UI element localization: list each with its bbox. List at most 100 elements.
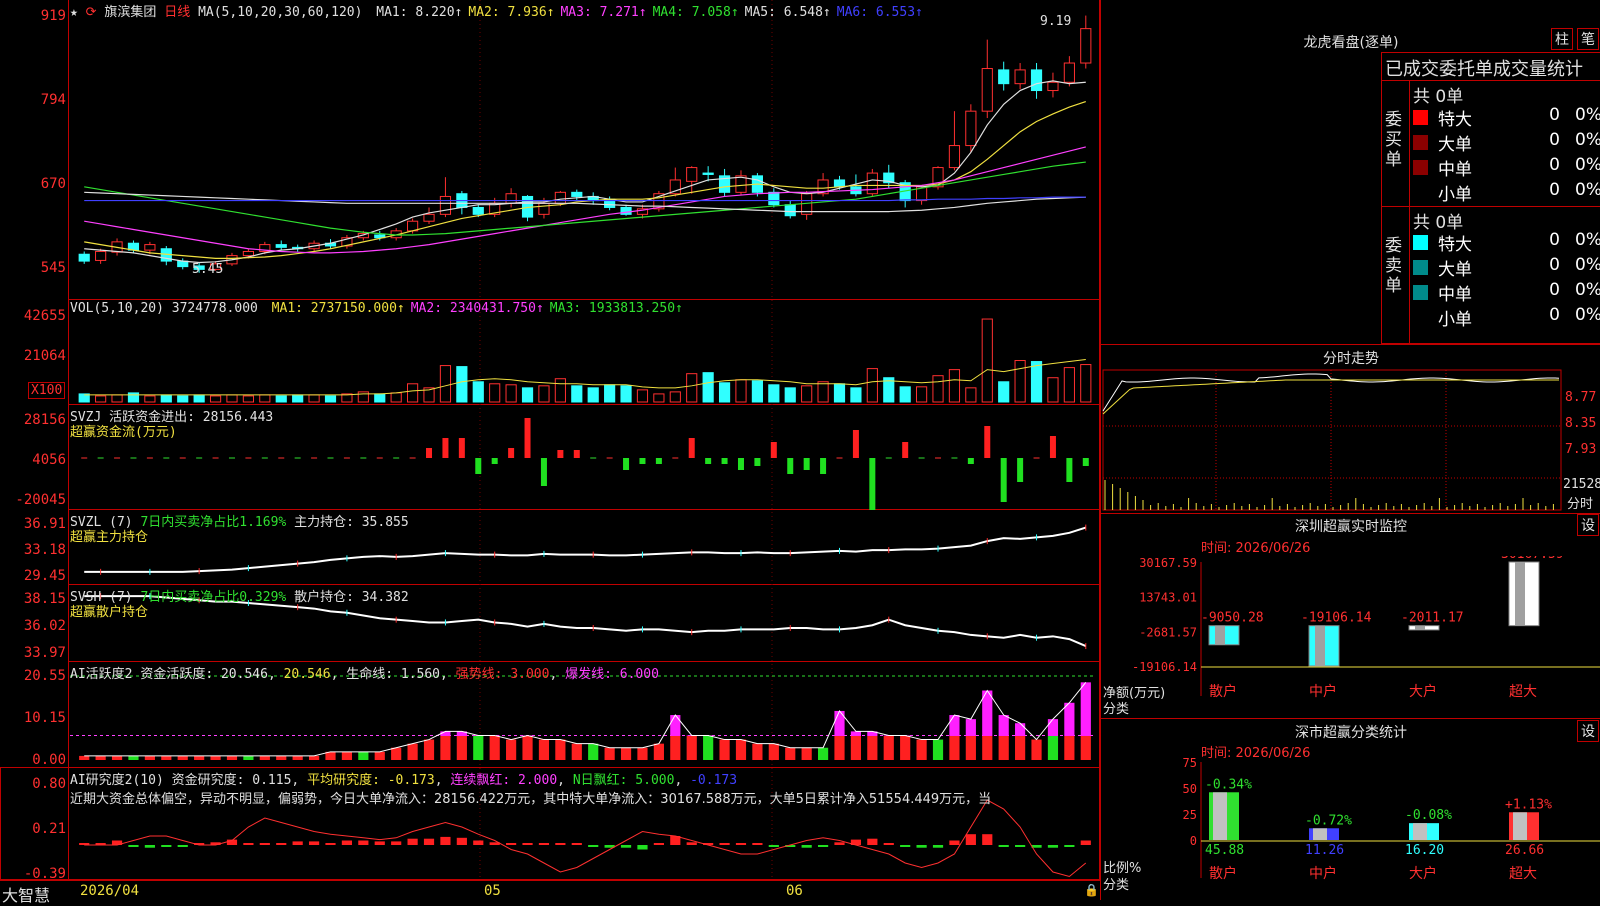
ai-active-bar (653, 743, 664, 760)
ai-research-bar (276, 843, 287, 845)
vol-ytick: 42655 (23, 308, 66, 324)
sz-class-chart[interactable]: 75 50 25 0 -0.34% 45.88 散户 -0.72% 11.26 中户 -0.08% 1… (1101, 756, 1600, 900)
svzl-tail: 主力持仓: 35.855 (294, 515, 409, 530)
ai-research-bar (391, 841, 402, 845)
ai-active-bar-top (1080, 682, 1091, 736)
ai-active-bar (111, 755, 123, 760)
volume-bar (324, 395, 337, 403)
candle (1014, 69, 1026, 85)
ai-active-bar (308, 755, 320, 760)
svzj-bar (1017, 458, 1024, 482)
sz-monitor-category-label: 超大 (1509, 684, 1537, 700)
sz-class-value-label: 45.88 (1205, 843, 1244, 858)
sz-monitor-settings-button[interactable]: 设 (1577, 514, 1599, 536)
volume-bar (160, 394, 172, 403)
candle (965, 110, 977, 147)
volume-bar (850, 387, 862, 403)
sz-monitor-chart[interactable]: 30167.59 13743.01 -2681.57 -19106.14 -9050.2… (1101, 556, 1600, 716)
order-percent: 0% (1575, 230, 1600, 250)
svzj-bar (721, 458, 728, 464)
ai-research-bar (768, 845, 779, 847)
volume-bar (866, 368, 878, 403)
sz-class-value-label: 16.20 (1405, 843, 1444, 858)
svzj-bar (1000, 458, 1007, 502)
ai-active-bar (686, 736, 697, 760)
order-color-swatch (1413, 135, 1428, 150)
ai1-f5: 爆发线: 6.000 (565, 667, 659, 682)
candle (784, 204, 796, 217)
sz-class-ytick: 25 (1183, 808, 1197, 822)
volume-bar (1030, 361, 1043, 403)
ai-active-bar (538, 739, 550, 760)
left-chart-area[interactable]: ★ ⟳ 旗滨集团 日线 MA(5,10,20,30,60,120) MA1: 8… (0, 0, 1100, 882)
candle (554, 191, 566, 204)
sz-class-category-label: 超大 (1509, 866, 1537, 882)
svzl-ytick: 33.18 (23, 542, 66, 558)
refresh-icon[interactable]: ⟳ (86, 5, 105, 20)
sz-class-category-label: 大户 (1409, 865, 1437, 882)
tick-mode-button[interactable]: 笔 (1577, 28, 1599, 50)
ma-line (84, 191, 1086, 213)
ai-active-bar (1080, 736, 1091, 760)
ai-active-bar-top (1015, 723, 1026, 736)
order-count: 0 (1549, 155, 1560, 175)
ai-active-bar (226, 755, 238, 760)
sz-class-settings-button[interactable]: 设 (1577, 720, 1599, 742)
volume-bar (1080, 364, 1092, 403)
ai-active-bar (1015, 736, 1026, 760)
ai1-f3: 生命线: 1.560 (346, 667, 441, 682)
ai-active-bar-top (670, 715, 681, 736)
bar-mode-button[interactable]: 柱 (1551, 28, 1573, 50)
ai-research-header: AI研究度2(10) 资金研究度: 0.115, 平均研究度: -0.173, … (70, 773, 738, 788)
ai-active-bar (850, 736, 862, 760)
bottom-bar: 大智慧 2026/04 05 06 🔒 (0, 880, 1100, 905)
order-row: 大单 0 0% (1410, 255, 1600, 280)
ma-value: MA1: 2737150.000↑ (271, 301, 405, 316)
charts-svg[interactable] (0, 0, 1100, 880)
vol-header: VOL(5,10,20) 3724778.000 MA1: 2737150.00… (70, 301, 683, 316)
order-row: 大单 0 0% (1410, 130, 1600, 155)
svzl-pct: 7日内买卖净占比1.169% (140, 515, 287, 530)
volume-bar (489, 383, 501, 403)
order-row: 小单 0 0% (1410, 305, 1600, 330)
stock-name: 旗滨集团 (104, 5, 157, 20)
low-price-label: 5.45 (192, 262, 224, 277)
candle (1047, 81, 1059, 92)
volume-bar (817, 381, 829, 403)
vol-ytick: 21064 (23, 348, 66, 364)
sz-class-pct-label: -0.08% (1405, 808, 1452, 823)
order-count: 0 (1549, 280, 1560, 300)
ai-research-bar (144, 845, 155, 848)
order-percent: 0% (1575, 155, 1600, 175)
order-percent: 0% (1575, 255, 1600, 275)
sz-monitor-title: 深圳超赢实时监控 (1295, 519, 1407, 535)
order-size-label: 特大 (1438, 235, 1472, 255)
order-percent: 0% (1575, 280, 1600, 300)
intraday-svg[interactable] (1101, 366, 1600, 514)
ai-research-bar (522, 843, 533, 845)
candle (423, 213, 435, 222)
ai-research-bar (358, 840, 369, 845)
candle (948, 145, 961, 169)
period-label[interactable]: 日线 (164, 5, 190, 20)
ai-research-bar (538, 843, 550, 845)
ai-active-bar (506, 739, 517, 760)
volume-bar (718, 382, 731, 403)
svzj-bar (655, 458, 662, 464)
ai-active-bar (719, 739, 730, 760)
volume-bar (981, 318, 993, 403)
ai1-title: AI活跃度2 (70, 667, 133, 682)
ai-research-bar (932, 845, 944, 848)
svzj-bar (1082, 458, 1089, 466)
volume-bar (242, 395, 254, 403)
ai-research-bar (719, 843, 730, 845)
lock-icon[interactable]: 🔒 (1084, 883, 1099, 897)
star-icon[interactable]: ★ (70, 5, 86, 20)
ai-research-bar (571, 843, 582, 845)
ai-active-bar (358, 751, 369, 760)
vol-title: VOL(5,10,20) (70, 301, 164, 316)
ai-active-bar (735, 739, 747, 760)
app-name[interactable]: 大智慧 (2, 882, 50, 906)
ai-active-bar (177, 755, 188, 760)
svzj-bar (475, 458, 482, 474)
